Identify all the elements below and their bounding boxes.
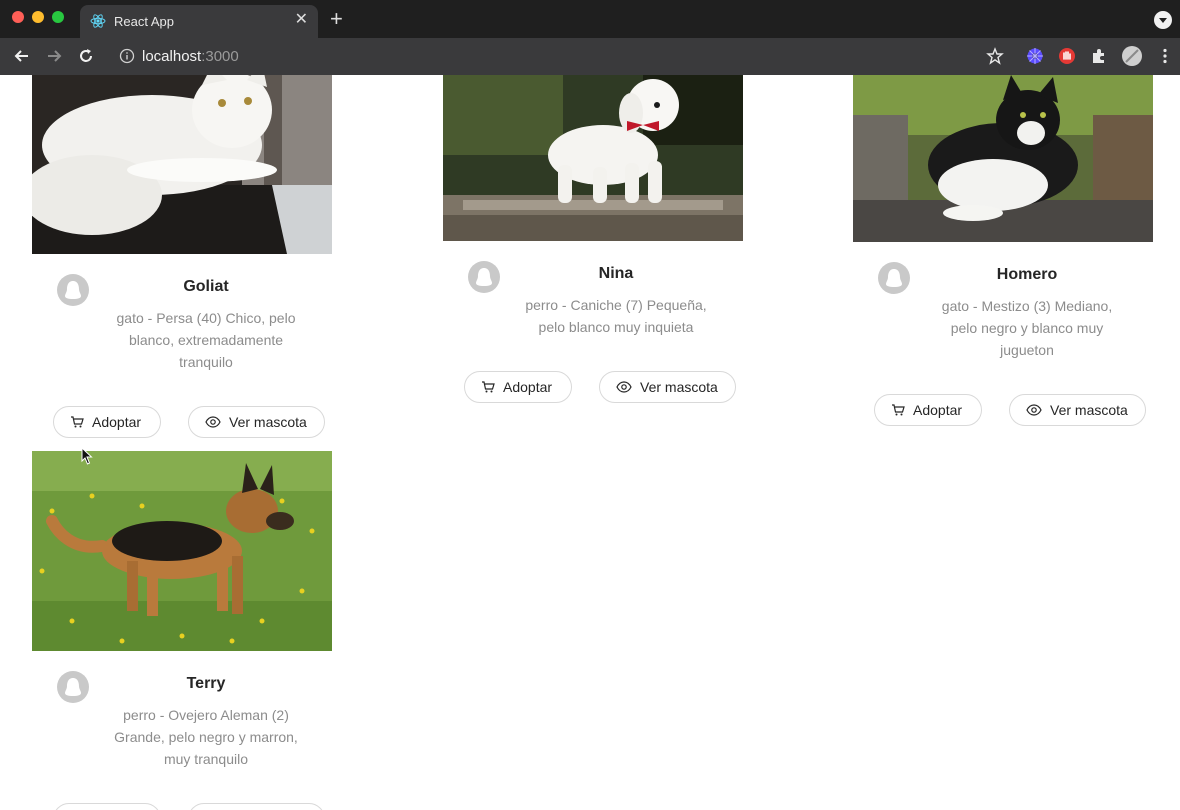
eye-icon [1026,404,1042,416]
avatar [57,671,89,703]
minimize-window-button[interactable] [32,11,44,23]
view-pet-label: Ver mascota [229,414,307,430]
close-window-button[interactable] [12,11,24,23]
eye-icon [205,416,221,428]
description-line: muy tranquilo [163,751,249,767]
browser-toolbar: localhost:3000 [0,38,1180,75]
view-pet-button[interactable]: Ver mascota [1009,394,1146,426]
description-line: Grande, pelo negro y marron, [114,729,298,745]
view-pet-label: Ver mascota [640,379,718,395]
pet-description: gato - Mestizo (3) Mediano, pelo negro y… [927,295,1127,361]
new-tab-icon[interactable]: + [330,8,343,30]
back-arrow-icon[interactable] [12,46,32,66]
pet-description: gato - Persa (40) Chico, pelo blanco, ex… [106,307,306,373]
pet-description: perro - Ovejero Aleman (2) Grande, pelo … [106,704,306,770]
avatar [57,274,89,306]
description-line: gato - Persa (40) Chico, pelo [116,310,296,326]
reload-icon[interactable] [76,46,96,66]
adopt-button[interactable]: Adoptar [464,371,572,403]
adopt-label: Adoptar [913,402,963,418]
cart-icon [482,381,495,393]
description-line: pelo blanco muy inquieta [538,319,694,335]
site-info-icon[interactable] [119,48,135,69]
description-line: tranquilo [179,354,233,370]
view-pet-label: Ver mascota [1050,402,1128,418]
pet-name: Terry [186,675,226,692]
address-bar[interactable]: localhost:3000 [110,43,1010,70]
pet-image [443,75,743,241]
view-pet-button[interactable]: Ver mascota [599,371,736,403]
pet-name: Goliat [183,278,229,295]
page-content: Goliat gato - Persa (40) Chico, pelo bla… [0,75,1180,810]
maximize-window-button[interactable] [52,11,64,23]
extension-flower-icon[interactable] [1026,47,1044,65]
tab-search-icon[interactable] [1154,11,1172,29]
url-port: :3000 [201,48,239,65]
url-host: localhost [142,48,202,65]
description-line: gato - Mestizo (3) Mediano, [941,298,1113,314]
adopt-label: Adoptar [503,379,553,395]
browser-titlebar: React App ✕ + [0,0,1180,38]
browser-tab[interactable]: React App ✕ [80,5,318,38]
pet-image [32,75,332,254]
close-tab-icon[interactable]: ✕ [295,11,308,29]
pet-image [853,75,1153,242]
pet-description: perro - Caniche (7) Pequeña, pelo blanco… [516,294,716,338]
description-line: perro - Caniche (7) Pequeña, [525,297,707,313]
adopt-label: Adoptar [92,414,142,430]
url-text: localhost:3000 [142,48,239,65]
extension-hand-icon[interactable] [1058,47,1076,65]
adopt-button[interactable]: Adoptar [53,803,161,810]
forward-arrow-icon[interactable] [44,46,64,66]
cart-icon [71,416,84,428]
adopt-button[interactable]: Adoptar [874,394,982,426]
extensions-puzzle-icon[interactable] [1090,47,1108,65]
tab-title: React App [114,14,174,29]
pet-name: Homero [996,266,1058,283]
description-line: blanco, extremadamente [128,332,284,348]
description-line: perro - Ovejero Aleman (2) [123,707,289,723]
mouse-cursor-icon [81,446,93,470]
cart-icon [892,404,905,416]
adopt-button[interactable]: Adoptar [53,406,161,438]
pet-image [32,451,332,651]
view-pet-button[interactable]: Ver mascota [188,803,325,810]
pet-name: Nina [598,265,634,282]
bookmark-star-icon[interactable] [986,47,1004,65]
eye-icon [616,381,632,393]
react-logo-icon [90,13,106,29]
browser-menu-icon[interactable] [1156,47,1174,65]
profile-avatar[interactable] [1121,45,1143,67]
view-pet-button[interactable]: Ver mascota [188,406,325,438]
avatar [468,261,500,293]
description-line: pelo negro y blanco muy [950,320,1104,336]
avatar [878,262,910,294]
description-line: jugueton [1000,342,1054,358]
